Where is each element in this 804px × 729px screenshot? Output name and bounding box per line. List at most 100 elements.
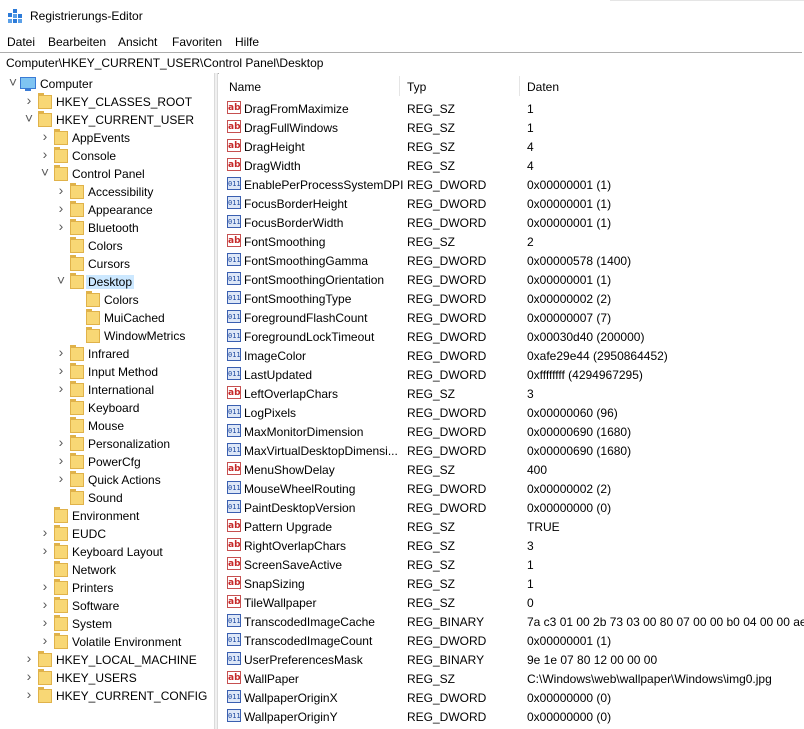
chevron-right-icon[interactable]: ›: [24, 651, 34, 665]
tree-node-label[interactable]: Appearance: [86, 203, 155, 217]
pane-splitter[interactable]: [214, 73, 218, 729]
tree-node[interactable]: › International: [0, 381, 214, 399]
chevron-right-icon[interactable]: ›: [24, 687, 34, 701]
tree-node-label[interactable]: Colors: [102, 293, 141, 307]
value-row[interactable]: 011 FocusBorderWidth REG_DWORD 0x00000001 (…: [219, 213, 804, 232]
tree-node[interactable]: › Quick Actions: [0, 471, 214, 489]
chevron-right-icon[interactable]: ›: [56, 381, 66, 395]
value-row[interactable]: ab RightOverlapChars REG_SZ 3: [219, 536, 804, 555]
tree-node-label[interactable]: Volatile Environment: [70, 635, 183, 649]
values-list[interactable]: Name Typ Daten ab DragFromMaximize REG_SZ 1…: [219, 73, 804, 729]
tree-node[interactable]: › HKEY_CLASSES_ROOT: [0, 93, 214, 111]
menu-bearbeiten[interactable]: Bearbeiten: [48, 35, 106, 49]
tree-node[interactable]: Sound: [0, 489, 214, 507]
value-row[interactable]: ab DragFullWindows REG_SZ 1: [219, 118, 804, 137]
tree-node-label[interactable]: WindowMetrics: [102, 329, 187, 343]
chevron-right-icon[interactable]: ›: [40, 147, 50, 161]
tree-node[interactable]: › Input Method: [0, 363, 214, 381]
tree-node-label[interactable]: Computer: [38, 77, 95, 91]
chevron-right-icon[interactable]: ›: [56, 471, 66, 485]
tree-node[interactable]: › Infrared: [0, 345, 214, 363]
value-row[interactable]: 011 WallpaperOriginX REG_DWORD 0x00000000 (…: [219, 688, 804, 707]
chevron-down-icon[interactable]: ˅: [8, 75, 18, 89]
value-row[interactable]: 011 MouseWheelRouting REG_DWORD 0x00000002 …: [219, 479, 804, 498]
value-row[interactable]: ab SnapSizing REG_SZ 1: [219, 574, 804, 593]
menu-ansicht[interactable]: Ansicht: [118, 35, 157, 49]
chevron-right-icon[interactable]: ›: [56, 201, 66, 215]
tree-node-label[interactable]: AppEvents: [70, 131, 132, 145]
tree-node[interactable]: ˅ HKEY_CURRENT_USER: [0, 111, 214, 129]
chevron-down-icon[interactable]: ˅: [56, 273, 66, 287]
value-row[interactable]: 011 TranscodedImageCache REG_BINARY 7a c3 0…: [219, 612, 804, 631]
value-row[interactable]: ab WallPaper REG_SZ C:\Windows\web\wallpape…: [219, 669, 804, 688]
chevron-right-icon[interactable]: ›: [40, 543, 50, 557]
tree-node-label[interactable]: Environment: [70, 509, 141, 523]
tree-node[interactable]: › EUDC: [0, 525, 214, 543]
tree-node[interactable]: ˅ Control Panel: [0, 165, 214, 183]
value-row[interactable]: 011 EnablePerProcessSystemDPI REG_DWORD 0x0…: [219, 175, 804, 194]
tree-node[interactable]: › HKEY_CURRENT_CONFIG: [0, 687, 214, 705]
tree-node[interactable]: › Accessibility: [0, 183, 214, 201]
tree-node[interactable]: › System: [0, 615, 214, 633]
chevron-right-icon[interactable]: ›: [24, 93, 34, 107]
tree-node[interactable]: MuiCached: [0, 309, 214, 327]
value-row[interactable]: ab DragFromMaximize REG_SZ 1: [219, 99, 804, 118]
tree-node-label[interactable]: HKEY_CLASSES_ROOT: [54, 95, 194, 109]
value-row[interactable]: 011 FontSmoothingType REG_DWORD 0x00000002 …: [219, 289, 804, 308]
menu-datei[interactable]: Datei: [7, 35, 35, 49]
value-row[interactable]: 011 ImageColor REG_DWORD 0xafe29e44 (295086…: [219, 346, 804, 365]
tree-node[interactable]: › Volatile Environment: [0, 633, 214, 651]
menu-favoriten[interactable]: Favoriten: [172, 35, 222, 49]
value-row[interactable]: 011 LogPixels REG_DWORD 0x00000060 (96): [219, 403, 804, 422]
tree-node-label[interactable]: PowerCfg: [86, 455, 143, 469]
tree-node-label[interactable]: Printers: [70, 581, 115, 595]
tree-node-label[interactable]: Colors: [86, 239, 125, 253]
chevron-right-icon[interactable]: ›: [24, 669, 34, 683]
value-row[interactable]: ab DragHeight REG_SZ 4: [219, 137, 804, 156]
tree-node-label[interactable]: HKEY_CURRENT_CONFIG: [54, 689, 209, 703]
value-row[interactable]: ab Pattern Upgrade REG_SZ TRUE: [219, 517, 804, 536]
tree-node[interactable]: › Console: [0, 147, 214, 165]
chevron-right-icon[interactable]: ›: [56, 435, 66, 449]
column-divider[interactable]: [519, 76, 520, 96]
tree-node-label[interactable]: Console: [70, 149, 118, 163]
tree-node-label[interactable]: System: [70, 617, 114, 631]
tree-node-label[interactable]: Input Method: [86, 365, 160, 379]
tree-node-label[interactable]: Cursors: [86, 257, 132, 271]
value-row[interactable]: 011 FontSmoothingOrientation REG_DWORD 0x00…: [219, 270, 804, 289]
address-bar[interactable]: Computer\HKEY_CURRENT_USER\Control Panel…: [0, 52, 802, 74]
value-row[interactable]: 011 ForegroundLockTimeout REG_DWORD 0x00030…: [219, 327, 804, 346]
column-header-type[interactable]: Typ: [407, 80, 426, 94]
tree-node[interactable]: Network: [0, 561, 214, 579]
tree-node-label[interactable]: Personalization: [86, 437, 172, 451]
tree-node-label[interactable]: Software: [70, 599, 121, 613]
tree-node-label[interactable]: HKEY_CURRENT_USER: [54, 113, 196, 127]
tree-node[interactable]: Cursors: [0, 255, 214, 273]
value-row[interactable]: 011 FontSmoothingGamma REG_DWORD 0x00000578…: [219, 251, 804, 270]
tree-node-label[interactable]: MuiCached: [102, 311, 167, 325]
tree-node-label[interactable]: Accessibility: [86, 185, 155, 199]
chevron-right-icon[interactable]: ›: [40, 525, 50, 539]
chevron-right-icon[interactable]: ›: [40, 633, 50, 647]
address-path[interactable]: Computer\HKEY_CURRENT_USER\Control Panel…: [6, 56, 323, 70]
chevron-right-icon[interactable]: ›: [56, 345, 66, 359]
value-row[interactable]: ab TileWallpaper REG_SZ 0: [219, 593, 804, 612]
value-row[interactable]: 011 FocusBorderHeight REG_DWORD 0x00000001 …: [219, 194, 804, 213]
chevron-right-icon[interactable]: ›: [40, 579, 50, 593]
value-row[interactable]: ab DragWidth REG_SZ 4: [219, 156, 804, 175]
tree-node-label[interactable]: Infrared: [86, 347, 131, 361]
tree-node[interactable]: › HKEY_LOCAL_MACHINE: [0, 651, 214, 669]
tree-node[interactable]: ˅ Desktop: [0, 273, 214, 291]
chevron-right-icon[interactable]: ›: [56, 183, 66, 197]
tree-node[interactable]: › Personalization: [0, 435, 214, 453]
tree-node[interactable]: › Printers: [0, 579, 214, 597]
tree-node-label[interactable]: Keyboard Layout: [70, 545, 165, 559]
tree-node[interactable]: ˅ Computer: [0, 75, 214, 93]
tree-node-label[interactable]: Control Panel: [70, 167, 147, 181]
tree-node-label[interactable]: Desktop: [86, 275, 135, 289]
tree-node[interactable]: › Bluetooth: [0, 219, 214, 237]
tree-node-label[interactable]: Sound: [86, 491, 125, 505]
chevron-right-icon[interactable]: ›: [40, 129, 50, 143]
tree-node[interactable]: Colors: [0, 237, 214, 255]
tree-node-label[interactable]: Quick Actions: [86, 473, 163, 487]
